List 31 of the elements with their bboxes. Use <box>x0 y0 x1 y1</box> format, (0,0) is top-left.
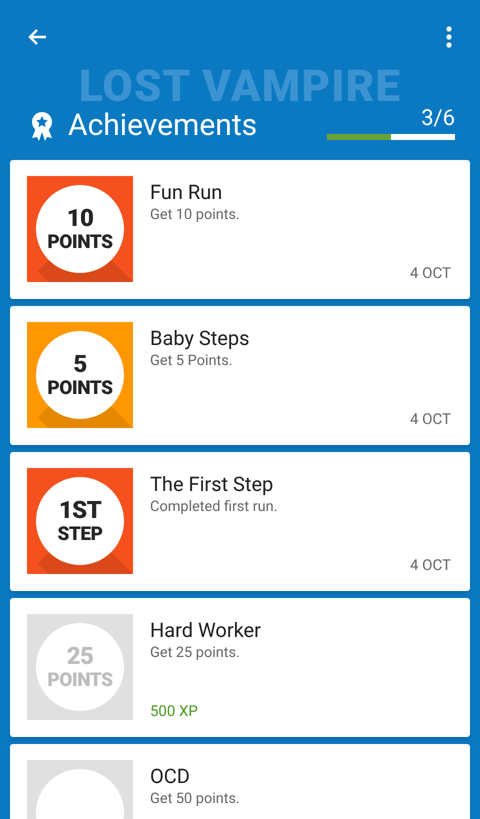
badge-text: POINTS <box>47 232 113 252</box>
page-title: Achievements <box>68 108 258 144</box>
achievement-description: Get 10 points. <box>150 205 241 225</box>
achievement-title: The First Step <box>150 471 274 497</box>
badge-text: 10 <box>66 206 94 232</box>
unlock-date: 4 OCT <box>410 408 452 430</box>
badge-text: 1ST <box>58 498 102 524</box>
badge-text: 25 <box>66 644 94 670</box>
badge-text: STEP <box>58 524 102 544</box>
award-ribbon-icon <box>30 111 54 141</box>
more-options-icon <box>446 26 452 48</box>
badge-text: POINTS <box>47 670 113 690</box>
achievement-description: Get 5 Points. <box>150 351 234 371</box>
unlock-date: 4 OCT <box>410 262 452 284</box>
xp-reward: 500 XP <box>150 700 198 722</box>
achievement-card[interactable]: 5 POINTS Baby Steps Get 5 Points. 4 OCT <box>10 306 470 445</box>
progress-count: 3/6 <box>421 106 455 132</box>
achievement-card[interactable]: OCD Get 50 points. <box>10 744 470 819</box>
badge-text: POINTS <box>47 378 113 398</box>
achievement-description: Completed first run. <box>150 497 278 517</box>
achievement-card[interactable]: 10 POINTS Fun Run Get 10 points. 4 OCT <box>10 160 470 299</box>
achievement-description: Get 50 points. <box>150 789 241 809</box>
achievement-card[interactable]: 1ST STEP The First Step Completed first run. 4 OCT <box>10 452 470 591</box>
achievement-title: Hard Worker <box>150 617 262 643</box>
achievement-title: OCD <box>150 763 191 789</box>
badge-text: 5 <box>73 352 87 378</box>
achievement-description: Get 25 points. <box>150 643 241 663</box>
achievement-title: Fun Run <box>150 179 224 205</box>
achievement-card[interactable]: 25 POINTS Hard Worker Get 25 points. 500 XP <box>10 598 470 737</box>
unlock-date: 4 OCT <box>410 554 452 576</box>
achievement-title: Baby Steps <box>150 325 250 351</box>
